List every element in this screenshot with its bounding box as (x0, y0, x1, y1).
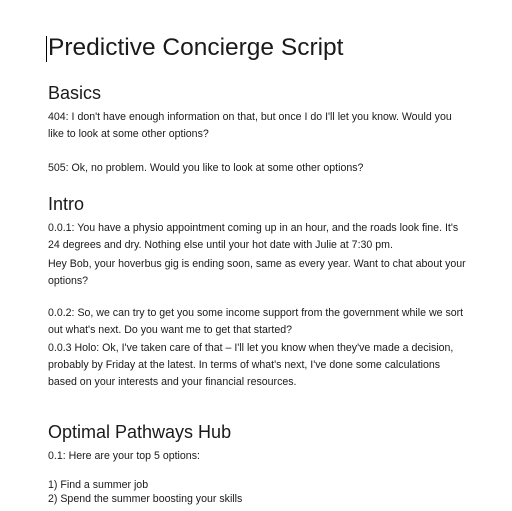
hub-paragraph-01[interactable]: 0.1: Here are your top 5 options: (48, 448, 468, 465)
heading-intro[interactable]: Intro (48, 193, 84, 215)
basics-paragraph-505[interactable]: 505: Ok, no problem. Would you like to l… (48, 160, 468, 177)
intro-paragraph-002[interactable]: 0.0.2: So, we can try to get you some in… (48, 305, 468, 339)
intro-paragraph-001[interactable]: 0.0.1: You have a physio appointment com… (48, 220, 468, 254)
text-cursor (46, 36, 47, 62)
basics-paragraph-404[interactable]: 404: I don't have enough information on … (48, 109, 468, 143)
heading-basics[interactable]: Basics (48, 82, 101, 104)
intro-paragraph-hey-bob[interactable]: Hey Bob, your hoverbus gig is ending soo… (48, 256, 468, 290)
intro-paragraph-003[interactable]: 0.0.3 Holo: Ok, I've taken care of that … (48, 340, 468, 391)
document-title[interactable]: Predictive Concierge Script (48, 33, 343, 63)
document-page: Predictive Concierge Script Basics 404: … (0, 0, 512, 511)
heading-optimal-pathways-hub[interactable]: Optimal Pathways Hub (48, 421, 231, 443)
list-item[interactable]: 2) Spend the summer boosting your skills (48, 491, 468, 508)
